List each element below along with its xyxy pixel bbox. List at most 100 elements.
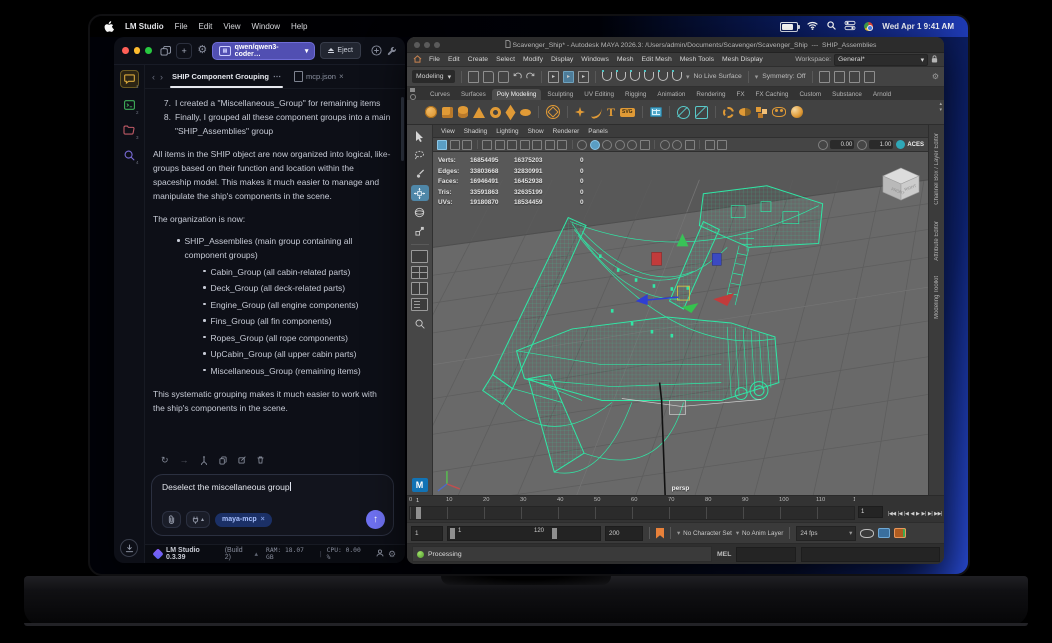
toolbox-display-icon[interactable] [863,70,875,83]
anim-end-field[interactable]: 200 [605,525,643,541]
snap-together-icon[interactable] [694,105,708,119]
snap-point-icon[interactable] [630,70,641,81]
zoom-tool-icon[interactable] [411,316,429,332]
layout-two-pane-icon[interactable] [411,282,428,295]
xray-joints-icon[interactable] [684,139,695,150]
shelf-tab[interactable]: FX Caching [751,89,794,100]
menubar-menu-item[interactable]: File [175,22,188,31]
textured-icon[interactable] [602,139,612,150]
panel-menu-item[interactable]: Shading [464,128,487,135]
camera-attrs-icon[interactable] [437,139,447,150]
chat-input-box[interactable]: Deselect the miscellaneous group ▴ maya-… [151,474,394,536]
anim-start-field[interactable]: 1 [411,525,443,541]
select-tool-icon[interactable] [411,128,429,144]
playback-button[interactable]: |◀◀ [888,511,896,517]
windows-icon[interactable] [160,45,171,56]
control-center-icon[interactable] [844,20,856,32]
shelf-tab[interactable]: Surfaces [456,89,491,100]
range-slider[interactable]: 1 120 [447,525,601,541]
undo-icon[interactable] [513,72,522,82]
menu-set-selector[interactable]: Modeling ▾ [412,70,456,83]
maya-menu-item[interactable]: Select [496,56,515,63]
apple-icon[interactable] [104,20,114,33]
layout-single-icon[interactable] [411,250,428,263]
close-button[interactable] [414,41,420,48]
maya-menu-item[interactable]: Mesh [617,56,634,63]
copy-icon[interactable] [218,456,227,465]
chat-input-value[interactable]: Deselect the miscellaneous group [162,482,385,492]
sidebar-item-chat[interactable]: 1 [119,70,139,89]
snap-view-plane-icon[interactable] [658,70,669,81]
playback-button[interactable]: ▶| [921,511,926,517]
maya-menu-item[interactable]: File [429,56,440,63]
render-settings-icon[interactable] [848,70,860,83]
construction-plane-icon[interactable] [676,105,690,119]
resolution-gate-icon[interactable] [507,139,517,150]
scale-tool-icon[interactable] [411,223,429,239]
maya-menu-item[interactable]: Mesh Display [722,56,763,63]
select-object-icon[interactable]: ▸ [563,70,575,83]
exposure-icon[interactable] [817,139,828,150]
svg-tool-icon[interactable]: SVG [620,107,635,117]
battery-icon[interactable] [780,21,801,32]
panel-menu-item[interactable]: View [441,128,455,135]
gear-icon[interactable]: ⚙ [388,549,396,560]
move-tool-icon[interactable] [410,185,429,201]
grid-toggle-icon[interactable] [482,139,492,150]
maya-menu-item[interactable]: Mesh Tools [680,56,714,63]
poly-sphere-icon[interactable] [425,106,437,118]
shelf-tab[interactable]: Arnold [868,89,896,100]
field-chart-icon[interactable] [532,139,542,150]
shelf-tab[interactable]: Substance [827,89,867,100]
menubar-menu-item[interactable]: View [223,22,240,31]
view-transform-icon[interactable] [895,140,905,149]
command-result-field[interactable] [801,546,940,562]
new-scene-icon[interactable] [468,70,480,83]
type-tool-icon[interactable]: T [607,106,615,118]
tab-mcp-json[interactable]: mcp.json × [290,71,348,82]
shelf-tab-active[interactable]: Poly Modeling [491,89,542,100]
capture-icon[interactable] [717,139,727,150]
lights-icon[interactable] [614,139,625,150]
safe-title-icon[interactable] [557,139,567,150]
lock-icon[interactable] [931,54,938,65]
playback-speed-icon[interactable] [860,528,875,538]
minimize-button[interactable] [424,41,430,48]
mel-input[interactable] [736,546,797,562]
discover-icon[interactable] [371,45,382,56]
safe-action-icon[interactable] [544,139,555,150]
panel-menu-item[interactable]: Lighting [496,128,518,135]
redo-icon[interactable] [526,72,535,82]
browser-icon[interactable] [864,22,874,31]
layout-four-pane-icon[interactable] [411,266,428,279]
sidebar-item-my-models[interactable]: 3 [121,122,139,140]
nav-forward-icon[interactable]: › [160,72,163,82]
mcp-badge[interactable]: maya-mcp × [215,512,272,527]
separate-icon[interactable] [771,107,786,117]
timeline-track[interactable]: 1 [409,498,855,520]
playback-button[interactable]: ▶▶| [934,511,942,517]
playback-button[interactable]: ◀ [910,511,914,517]
panel-menu-item[interactable]: Renderer [553,128,580,135]
tab-modeling-toolkit[interactable]: Modeling Toolkit [934,276,940,319]
panel-menu-item[interactable]: Show [528,128,544,135]
tab-channel-box[interactable]: Channel Box / Layer Editor [934,133,940,205]
mirror-icon[interactable] [738,108,751,116]
animation-prefs-icon[interactable] [894,528,907,538]
plugins-button[interactable]: ▴ [186,511,211,528]
view-cube[interactable]: FRONT RIGHT [880,166,922,204]
sidebar-item-search[interactable]: 4 [121,147,139,165]
shelf-tab[interactable]: Rendering [691,89,730,100]
character-set-selector[interactable]: ▾ No Character Set [677,530,732,537]
send-button[interactable]: ↑ [366,510,385,529]
shelf-tab[interactable]: Rigging [620,89,651,100]
lasso-tool-icon[interactable] [411,147,429,163]
gate-mask-icon[interactable] [519,139,530,150]
maya-menu-item[interactable]: Modify [523,56,543,63]
maya-menu-item[interactable]: Display [551,56,573,63]
super-shape-icon[interactable] [575,107,585,117]
sweep-mesh-icon[interactable] [588,104,604,120]
maya-viewport[interactable]: View Shading Lighting Show Renderer Panels [433,125,928,495]
close-tab-icon[interactable]: × [339,72,344,81]
playback-button[interactable]: |◀ [904,511,909,517]
